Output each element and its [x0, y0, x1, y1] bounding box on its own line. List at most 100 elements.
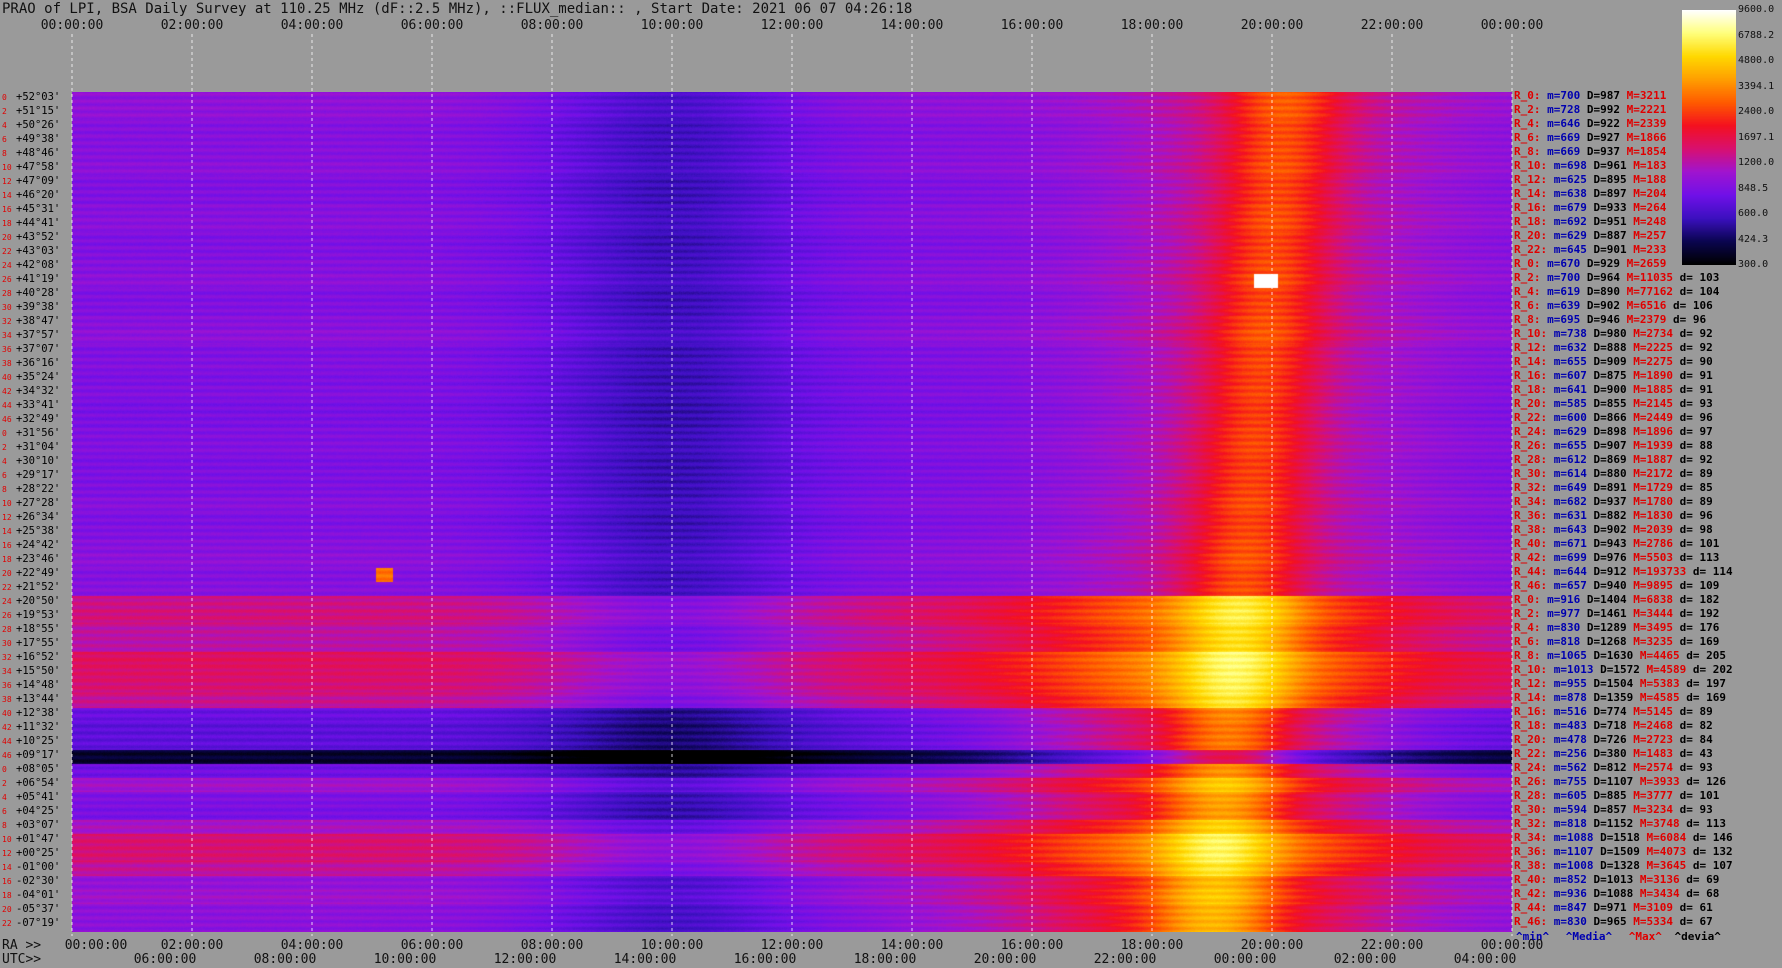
stat-min: m=852 — [1547, 873, 1587, 886]
row-stat: R_22: m=256 D=380 M=1483 d= 43 — [1514, 748, 1713, 760]
stat-min: m=657 — [1547, 579, 1587, 592]
declination-label: 28 +18°55' — [2, 624, 60, 635]
stat-row: R_18: — [1514, 215, 1548, 228]
row-index: 40 — [2, 709, 12, 718]
stat-min: m=669 — [1540, 131, 1581, 144]
stat-max: M=1830 — [1626, 509, 1673, 522]
row-index: 2 — [2, 107, 7, 116]
stat-row: R_4: — [1514, 621, 1541, 634]
row-stat: R_40: m=852 D=1013 M=3136 d= 69 — [1514, 874, 1719, 886]
utc-tick: 04:00:00 — [1453, 952, 1517, 967]
stat-dev: d= 113 — [1679, 817, 1726, 830]
row-stat: R_14: m=878 D=1359 M=4585 d= 169 — [1514, 692, 1726, 704]
row-index: 16 — [2, 541, 12, 550]
declination-value: +44°41' — [16, 217, 61, 229]
declination-label: 10 +27°28' — [2, 498, 60, 509]
stat-min: m=878 — [1547, 691, 1587, 704]
declination-label: 36 +14°48' — [2, 680, 60, 691]
stat-median: D=897 — [1586, 187, 1627, 200]
stat-row: R_30: — [1514, 467, 1548, 480]
ra-tick: 20:00:00 — [1240, 938, 1304, 953]
stat-dev: d= 169 — [1679, 691, 1726, 704]
top-tick: 20:00:00 — [1240, 18, 1304, 33]
stat-dev: d= 91 — [1672, 369, 1713, 382]
stat-dev: d= 126 — [1679, 775, 1726, 788]
declination-label: 8 +48°46' — [2, 148, 60, 159]
declination-label: 34 +37°57' — [2, 330, 60, 341]
stat-median: D=987 — [1580, 89, 1620, 102]
stat-max: M=5383 — [1633, 677, 1680, 690]
legend-median: ^Media^ — [1565, 930, 1613, 943]
row-stat: R_20: m=478 D=726 M=2723 d= 84 — [1514, 734, 1713, 746]
declination-label: 46 +09°17' — [2, 750, 60, 761]
stat-max: M=2574 — [1626, 761, 1673, 774]
stat-max: M=3235 — [1626, 635, 1673, 648]
row-index: 16 — [2, 205, 12, 214]
row-stat: R_36: m=631 D=882 M=1830 d= 96 — [1514, 510, 1713, 522]
stat-min: m=916 — [1540, 593, 1581, 606]
ra-tick: 02:00:00 — [160, 938, 224, 953]
stat-min: m=629 — [1547, 425, 1587, 438]
ra-tick: 08:00:00 — [520, 938, 584, 953]
ra-tick: 14:00:00 — [880, 938, 944, 953]
declination-value: +49°38' — [16, 133, 61, 145]
declination-label: 14 -01°00' — [2, 862, 60, 873]
stat-max: M=1890 — [1626, 369, 1673, 382]
stat-row: R_28: — [1514, 789, 1548, 802]
stat-row: R_22: — [1514, 243, 1548, 256]
stat-dev: d= 132 — [1686, 845, 1733, 858]
row-index: 38 — [2, 359, 12, 368]
declination-label: 16 -02°30' — [2, 876, 60, 887]
utc-tick: 20:00:00 — [973, 952, 1037, 967]
stat-dev: d= 205 — [1679, 649, 1726, 662]
declination-label: 14 +46°20' — [2, 190, 60, 201]
stat-row: R_10: — [1514, 327, 1548, 340]
row-stat: R_46: m=657 D=940 M=9895 d= 109 — [1514, 580, 1719, 592]
row-index: 2 — [2, 443, 7, 452]
row-index: 46 — [2, 751, 12, 760]
row-index: 46 — [2, 415, 12, 424]
row-index: 0 — [2, 93, 7, 102]
stat-max: M=3748 — [1633, 817, 1680, 830]
stat-dev: d= 197 — [1679, 677, 1726, 690]
stat-max: M=6516 — [1620, 299, 1667, 312]
stat-median: D=866 — [1586, 411, 1627, 424]
stat-dev: d= 107 — [1686, 859, 1733, 872]
declination-label: 6 +49°38' — [2, 134, 60, 145]
declination-value: +14°48' — [16, 679, 61, 691]
stat-median: D=875 — [1586, 369, 1627, 382]
row-index: 22 — [2, 919, 12, 928]
stat-row: R_2: — [1514, 103, 1541, 116]
stat-median: D=1328 — [1593, 859, 1640, 872]
stat-max: M=3136 — [1633, 873, 1680, 886]
colorbar-tick: 3394.1 — [1738, 80, 1775, 92]
declination-value: +25°38' — [16, 525, 61, 537]
row-index: 6 — [2, 807, 7, 816]
stat-row: R_40: — [1514, 537, 1548, 550]
row-index: 4 — [2, 793, 7, 802]
declination-label: 32 +38°47' — [2, 316, 60, 327]
stat-dev: d= 61 — [1672, 901, 1713, 914]
row-index: 10 — [2, 499, 12, 508]
stat-max: M=3444 — [1626, 607, 1673, 620]
declination-label: 8 +03°07' — [2, 820, 60, 831]
declination-value: +10°25' — [16, 735, 61, 747]
row-stat: R_0: m=700 D=987 M=3211 — [1514, 90, 1666, 102]
colorbar-tick: 848.5 — [1738, 182, 1769, 194]
stat-min: m=1107 — [1547, 845, 1594, 858]
legend-max: ^Max^ — [1628, 930, 1662, 943]
declination-label: 12 +00°25' — [2, 848, 60, 859]
stat-min: m=607 — [1547, 369, 1587, 382]
row-index: 20 — [2, 233, 12, 242]
declination-label: 12 +26°34' — [2, 512, 60, 523]
declination-label: 8 +28°22' — [2, 484, 60, 495]
declination-value: -01°00' — [16, 861, 61, 873]
declination-value: +33°41' — [16, 399, 61, 411]
stat-median: D=902 — [1580, 299, 1620, 312]
declination-label: 4 +30°10' — [2, 456, 60, 467]
stat-median: D=976 — [1586, 551, 1627, 564]
row-stat: R_44: m=644 D=912 M=193733 d= 114 — [1514, 566, 1733, 578]
row-index: 14 — [2, 527, 12, 536]
stat-median: D=1088 — [1586, 887, 1634, 900]
stat-row: R_40: — [1514, 873, 1548, 886]
